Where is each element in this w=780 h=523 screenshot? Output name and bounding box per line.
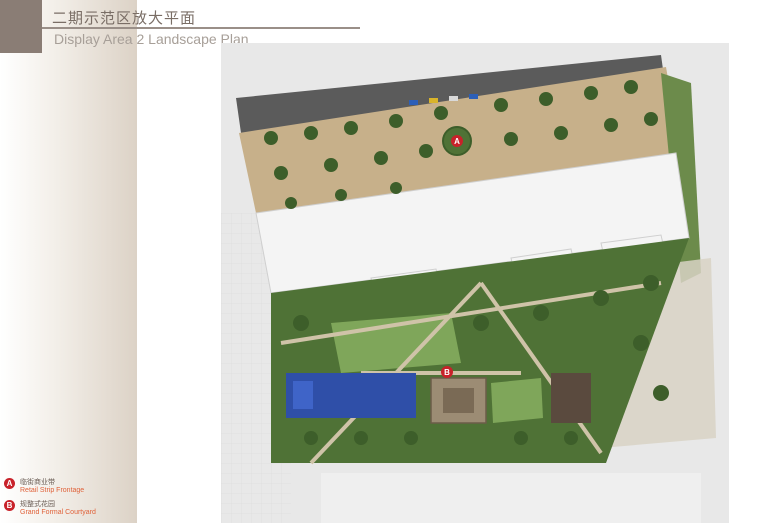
- legend-label-en-b: Grand Formal Courtyard: [20, 509, 96, 516]
- legend-badge-a: A: [4, 478, 15, 489]
- left-sidebar-panel: [0, 0, 137, 523]
- marker-b-label: B: [444, 368, 450, 377]
- legend-badge-b: B: [4, 500, 15, 511]
- landscape-plan-svg: A B: [221, 43, 729, 523]
- marker-a-label: A: [454, 137, 460, 146]
- marker-a: A: [451, 135, 463, 147]
- legend-item-b: B 规整式花园 Grand Formal Courtyard: [4, 499, 134, 521]
- page-title-en: Display Area 2 Landscape Plan: [54, 31, 249, 47]
- marker-b: B: [441, 366, 453, 378]
- lawn-east: [491, 378, 543, 423]
- legend-item-a: A 临街商业带 Retail Strip Frontage: [4, 477, 134, 499]
- title-divider: [42, 27, 360, 29]
- legend: A 临街商业带 Retail Strip Frontage B 规整式花园 Gr…: [4, 477, 134, 521]
- legend-label-cn-a: 临街商业带: [20, 478, 55, 486]
- legend-label-en-a: Retail Strip Frontage: [20, 487, 85, 494]
- page-title-cn: 二期示范区放大平面: [52, 9, 197, 27]
- east-pavilion: [551, 373, 591, 423]
- central-court-inner: [443, 388, 474, 413]
- pool-inner: [293, 381, 313, 409]
- south-buildings: [321, 473, 701, 523]
- title-corner-block: [0, 0, 42, 53]
- landscape-plan-image: A B: [221, 43, 729, 523]
- legend-label-cn-b: 规整式花园: [20, 500, 55, 508]
